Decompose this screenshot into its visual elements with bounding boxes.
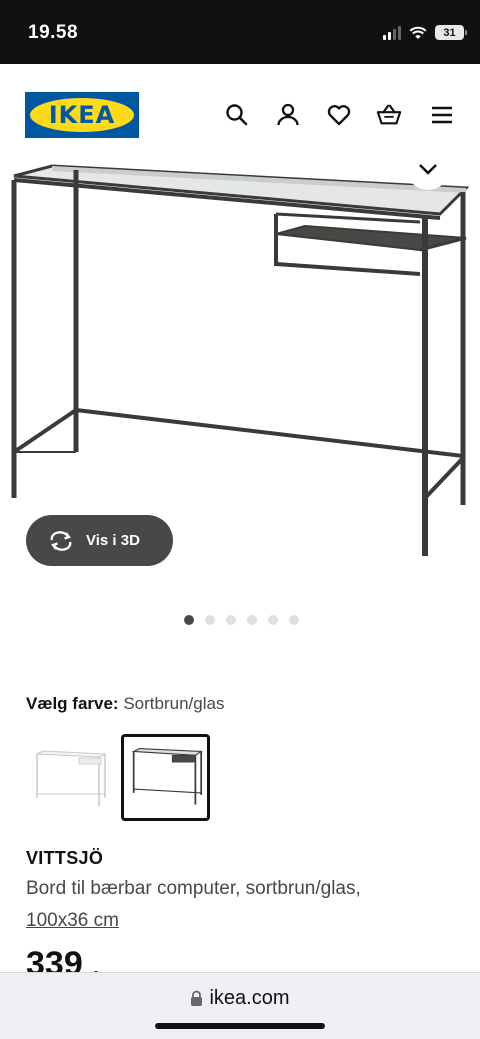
view-in-3d-button[interactable]: Vis i 3D: [26, 515, 173, 566]
product-price: 339: [26, 945, 83, 974]
basket-icon[interactable]: [376, 102, 402, 128]
carousel-dot[interactable]: [247, 615, 257, 625]
status-bar: 19.58 31: [0, 0, 480, 64]
url-display[interactable]: ikea.com: [0, 987, 480, 1010]
home-indicator[interactable]: [155, 1023, 325, 1029]
view-in-3d-label: Vis i 3D: [86, 532, 140, 549]
color-picker-label: Vælg farve: Sortbrun/glas: [26, 694, 224, 714]
product-name: VITTSJÖ: [26, 848, 104, 868]
carousel-dot[interactable]: [268, 615, 278, 625]
ikea-logo[interactable]: IKEA: [25, 92, 139, 138]
rotate-3d-icon: [50, 530, 72, 551]
color-swatch-black-brown[interactable]: [121, 734, 210, 821]
search-icon[interactable]: [224, 102, 250, 128]
wifi-icon: [409, 26, 427, 39]
carousel-dots: [184, 615, 299, 625]
product-description: Bord til bærbar computer, sortbrun/glas,: [26, 878, 361, 899]
user-icon[interactable]: [275, 102, 301, 128]
browser-address-bar[interactable]: ikea.com: [0, 972, 480, 1039]
cellular-signal-icon: [383, 25, 401, 40]
desk-glass-top: [13, 164, 470, 216]
color-swatch-white[interactable]: [29, 736, 115, 820]
carousel-dot[interactable]: [226, 615, 236, 625]
battery-icon: 31: [435, 25, 467, 40]
heart-icon[interactable]: [326, 102, 352, 128]
color-value: Sortbrun/glas: [123, 694, 225, 713]
site-header: IKEA: [0, 64, 480, 160]
menu-icon[interactable]: [429, 102, 455, 128]
product-size-link[interactable]: 100x36 cm: [26, 910, 119, 932]
status-time: 19.58: [28, 22, 79, 43]
lock-icon: [191, 990, 203, 1006]
carousel-dot[interactable]: [184, 615, 194, 625]
carousel-dot[interactable]: [289, 615, 299, 625]
url-text: ikea.com: [209, 987, 290, 1009]
status-icons: 31: [383, 25, 467, 40]
color-label-title: Vælg farve:: [26, 694, 119, 713]
logo-text: IKEA: [48, 101, 116, 129]
carousel-dot[interactable]: [205, 615, 215, 625]
